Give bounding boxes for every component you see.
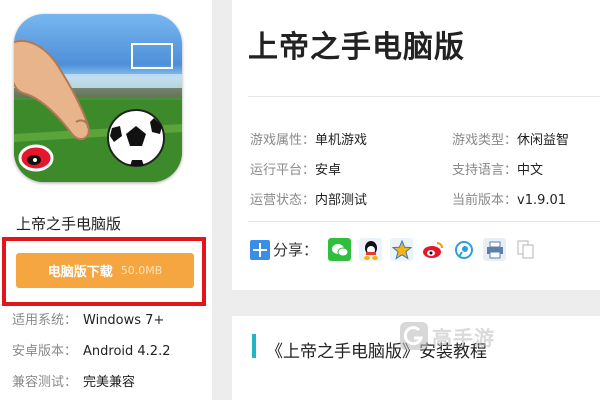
download-size: 50.0MB: [120, 264, 163, 277]
pc-download-button[interactable]: 电脑版下载 50.0MB: [16, 253, 194, 288]
share-bar: 分享：: [250, 238, 545, 261]
print-icon[interactable]: [483, 238, 507, 261]
qq-icon[interactable]: [359, 238, 383, 261]
attr-status: 运营状态：内部测试: [250, 189, 367, 208]
info-value: 完美兼容: [83, 375, 136, 390]
info-row-android: 安卓版本： Android 4.2.2: [12, 340, 171, 359]
download-highlight-frame: 电脑版下载 50.0MB: [2, 237, 206, 306]
wechat-icon[interactable]: [328, 238, 352, 261]
info-key: 兼容测试：: [12, 375, 78, 390]
attr-version: 当前版本：v1.9.01: [452, 189, 566, 208]
info-row-system: 适用系统： Windows 7+: [12, 309, 164, 328]
game-detail-card: 上帝之手电脑版 游戏属性：单机游戏 游戏类型：休闲益智 运行平台：安卓 支持语言…: [232, 0, 600, 290]
attr-key: 游戏属性：: [250, 133, 316, 148]
divider: [248, 221, 600, 222]
weibo-icon[interactable]: [421, 238, 445, 261]
info-key: 适用系统：: [12, 313, 78, 328]
share-label: 分享：: [273, 241, 319, 259]
attr-platform: 运行平台：安卓: [250, 159, 341, 178]
attr-value: 单机游戏: [315, 133, 368, 148]
watermark-text: 高手游: [432, 325, 495, 350]
app-summary-card: 上帝之手电脑版 电脑版下载 50.0MB 适用系统： Windows 7+ 安卓版…: [0, 0, 212, 400]
app-icon[interactable]: [14, 14, 182, 182]
attr-value: 中文: [517, 163, 544, 178]
watermark: 高手游: [400, 316, 516, 356]
download-label: 电脑版下载: [47, 265, 113, 280]
attr-value: 内部测试: [315, 193, 368, 208]
tencent-weibo-icon[interactable]: [452, 238, 476, 261]
attr-game-type: 游戏类型：休闲益智: [452, 129, 569, 148]
info-row-compat: 兼容测试： 完美兼容: [12, 371, 135, 390]
plus-icon[interactable]: [250, 239, 270, 260]
divider: [248, 96, 600, 97]
attr-value: v1.9.01: [517, 193, 567, 208]
info-value: Windows 7+: [83, 313, 165, 328]
attr-key: 游戏类型：: [452, 133, 518, 148]
app-name: 上帝之手电脑版: [16, 215, 122, 233]
attr-key: 当前版本：: [452, 193, 518, 208]
gaoshouyou-logo-icon: [400, 322, 428, 350]
info-value: Android 4.2.2: [83, 344, 171, 359]
qzone-icon[interactable]: [390, 238, 414, 261]
attr-key: 运营状态：: [250, 193, 316, 208]
attr-key: 运行平台：: [250, 163, 316, 178]
accent-bar: [252, 334, 256, 358]
info-key: 安卓版本：: [12, 344, 78, 359]
attr-value: 安卓: [315, 163, 342, 178]
game-artwork: [14, 39, 182, 182]
copy-icon[interactable]: [514, 238, 538, 261]
attr-game-property: 游戏属性：单机游戏: [250, 129, 367, 148]
attr-language: 支持语言：中文: [452, 159, 543, 178]
page-title: 上帝之手电脑版: [248, 30, 465, 65]
attr-key: 支持语言：: [452, 163, 518, 178]
attr-value: 休闲益智: [517, 133, 570, 148]
